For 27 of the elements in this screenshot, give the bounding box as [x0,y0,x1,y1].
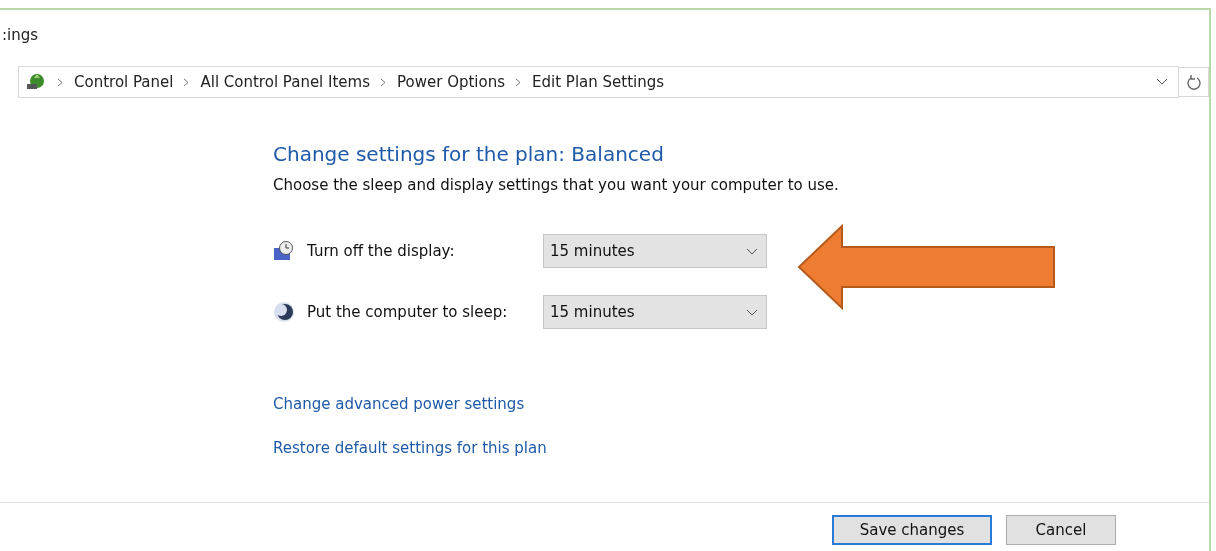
address-bar[interactable]: Control Panel All Control Panel Items Power Options Edit Plan Settings [18,66,1179,98]
setting-label: Turn off the display: [307,242,456,260]
chevron-right-icon [515,77,523,87]
refresh-icon [1186,74,1201,90]
settings-link[interactable]: Restore default settings for this plan [273,439,547,457]
page-heading: Change settings for the plan: Balanced [273,142,665,166]
page-description: Choose the sleep and display settings that you want your computer to use. [273,176,840,194]
settings-link[interactable]: Change advanced power settings [273,395,525,413]
moon-icon [273,301,295,323]
refresh-button[interactable] [1179,67,1209,97]
breadcrumb-item[interactable]: Power Options [397,73,506,91]
breadcrumb-item[interactable]: Control Panel [74,73,174,91]
window-title: :ings [1,25,40,46]
chevron-down-icon [746,308,758,316]
chevron-right-icon [57,77,64,87]
breadcrumb-item[interactable]: All Control Panel Items [200,73,371,91]
chevron-down-icon [746,247,758,255]
breadcrumb-item[interactable]: Edit Plan Settings [532,73,665,91]
dropdown[interactable]: 15 minutes [543,295,767,329]
save-button[interactable]: Save changes [832,514,992,545]
dropdown[interactable]: 15 minutes [543,234,767,268]
chevron-right-icon [380,77,388,87]
cancel-button[interactable]: Cancel [1006,514,1116,545]
setting-label: Put the computer to sleep: [307,303,509,321]
chevron-down-icon[interactable] [1156,78,1168,86]
chevron-right-icon [183,77,191,87]
clock-monitor-icon [273,241,295,261]
